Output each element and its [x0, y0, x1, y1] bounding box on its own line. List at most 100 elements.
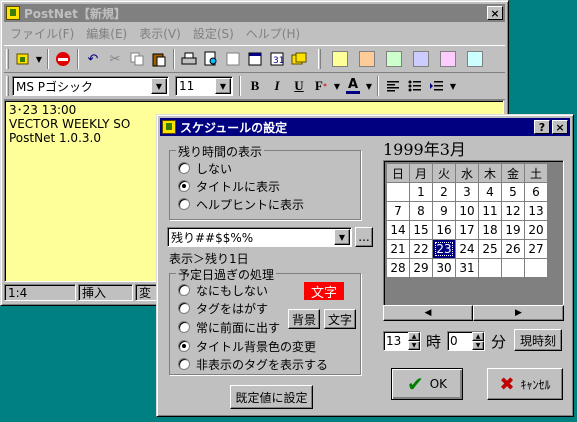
- spin-down-icon[interactable]: ▼: [472, 341, 484, 350]
- calendar-day[interactable]: 31: [456, 259, 478, 277]
- radio-button[interactable]: [178, 321, 190, 333]
- color-swatch-yellow[interactable]: [332, 51, 348, 67]
- dropdown-arrow-icon[interactable]: ▼: [34, 48, 44, 70]
- schedule-icon[interactable]: 31: [266, 48, 288, 70]
- calendar-day[interactable]: 28: [387, 259, 409, 277]
- calendar-day-selected[interactable]: 23: [433, 240, 455, 258]
- radio-button[interactable]: [178, 284, 190, 296]
- cancel-button[interactable]: ✖ ｷｬﾝｾﾙ: [487, 368, 563, 400]
- spin-down-icon[interactable]: ▼: [408, 341, 420, 350]
- calendar-day[interactable]: 15: [410, 221, 432, 239]
- format-dropdown-icon[interactable]: ▼: [334, 229, 350, 245]
- calendar-day[interactable]: 19: [502, 221, 524, 239]
- color-swatch-cyan[interactable]: [467, 51, 483, 67]
- copy-icon[interactable]: [126, 48, 148, 70]
- bullet-list-icon[interactable]: [404, 75, 426, 97]
- calendar-day[interactable]: 12: [502, 202, 524, 220]
- show-notes-icon[interactable]: [288, 48, 310, 70]
- calendar-day[interactable]: 22: [410, 240, 432, 258]
- calendar-day[interactable]: 18: [479, 221, 501, 239]
- calendar-day[interactable]: 8: [410, 202, 432, 220]
- print-preview-icon[interactable]: [200, 48, 222, 70]
- calendar-day[interactable]: 7: [387, 202, 409, 220]
- menu-settings[interactable]: 設定(S): [187, 25, 240, 42]
- menu-view[interactable]: 表示(V): [133, 25, 187, 42]
- background-color-button[interactable]: 背景: [288, 309, 320, 329]
- cut-icon[interactable]: ✂: [104, 48, 126, 70]
- set-default-button[interactable]: 既定値に設定: [230, 385, 313, 409]
- minute-spinner[interactable]: 0 ▲ ▼: [447, 331, 485, 351]
- new-note-icon[interactable]: [12, 48, 34, 70]
- color-swatch-pink[interactable]: [440, 51, 456, 67]
- dialog-close-button[interactable]: ×: [552, 120, 568, 134]
- calendar-day[interactable]: 21: [387, 240, 409, 258]
- radio-button[interactable]: [178, 198, 190, 210]
- paste-icon[interactable]: [148, 48, 170, 70]
- indent-icon[interactable]: [426, 75, 448, 97]
- calendar-day[interactable]: 25: [479, 240, 501, 258]
- calendar-day[interactable]: 10: [456, 202, 478, 220]
- calendar-day[interactable]: 16: [433, 221, 455, 239]
- italic-button[interactable]: I: [266, 75, 288, 97]
- blank-page-icon[interactable]: [222, 48, 244, 70]
- dropdown-arrow-icon[interactable]: ▼: [364, 75, 374, 97]
- main-close-button[interactable]: ×: [487, 6, 503, 20]
- help-button[interactable]: ?: [534, 120, 550, 134]
- calendar-day[interactable]: 11: [479, 202, 501, 220]
- font-size-dropdown-icon[interactable]: ▼: [215, 78, 231, 94]
- minute-spin-buttons[interactable]: ▲ ▼: [472, 332, 484, 350]
- calendar-day[interactable]: [525, 259, 547, 277]
- color-swatch-blue[interactable]: [413, 51, 429, 67]
- dialog-titlebar[interactable]: スケジュールの設定 ? ×: [160, 118, 570, 136]
- color-swatch-orange[interactable]: [359, 51, 375, 67]
- radio-remaining-title[interactable]: タイトルに表示: [178, 178, 280, 194]
- calendar-day[interactable]: 13: [525, 202, 547, 220]
- radio-overdue-show-hidden[interactable]: 非表示のタグを表示する: [178, 356, 328, 372]
- radio-overdue-title-color[interactable]: タイトル背景色の変更: [178, 338, 316, 354]
- calendar-day[interactable]: 2: [433, 183, 455, 201]
- calendar-day[interactable]: 4: [479, 183, 501, 201]
- underline-button[interactable]: U: [288, 75, 310, 97]
- calendar-day[interactable]: [479, 259, 501, 277]
- radio-button-selected[interactable]: [178, 340, 190, 352]
- text-color-button[interactable]: 文字: [324, 309, 356, 329]
- calendar-icon[interactable]: [244, 48, 266, 70]
- calendar-day[interactable]: 30: [433, 259, 455, 277]
- calendar-day[interactable]: [387, 183, 409, 201]
- menu-edit[interactable]: 編集(E): [80, 25, 133, 42]
- font-name-combo[interactable]: MS Pゴシック ▼: [12, 76, 169, 96]
- undo-icon[interactable]: ↶: [82, 48, 104, 70]
- calendar-day[interactable]: 29: [410, 259, 432, 277]
- current-time-button[interactable]: 現時刻: [514, 329, 562, 351]
- calendar-day[interactable]: 26: [502, 240, 524, 258]
- ok-button[interactable]: ✔ OK: [391, 368, 463, 400]
- radio-button-selected[interactable]: [178, 180, 190, 192]
- bold-button[interactable]: B: [244, 75, 266, 97]
- radio-overdue-remove-tag[interactable]: タグをはがす: [178, 300, 268, 316]
- print-icon[interactable]: [178, 48, 200, 70]
- format-browse-button[interactable]: ...: [355, 227, 373, 247]
- calendar-day[interactable]: 14: [387, 221, 409, 239]
- main-titlebar[interactable]: PostNet【新規】 ×: [4, 4, 505, 22]
- calendar-day[interactable]: 5: [502, 183, 524, 201]
- spin-up-icon[interactable]: ▲: [408, 332, 420, 341]
- calendar-day[interactable]: 1: [410, 183, 432, 201]
- radio-overdue-bring-front[interactable]: 常に前面に出す: [178, 319, 280, 335]
- color-swatch-green[interactable]: [386, 51, 402, 67]
- spin-up-icon[interactable]: ▲: [472, 332, 484, 341]
- calendar-day[interactable]: 27: [525, 240, 547, 258]
- dropdown-arrow-icon[interactable]: ▼: [332, 75, 342, 97]
- radio-overdue-nothing[interactable]: なにもしない: [178, 282, 268, 298]
- font-size-combo[interactable]: 11 ▼: [175, 76, 233, 96]
- calendar-day[interactable]: [502, 259, 524, 277]
- hour-spin-buttons[interactable]: ▲ ▼: [408, 332, 420, 350]
- calendar-day[interactable]: 24: [456, 240, 478, 258]
- prev-month-button[interactable]: ◀: [383, 305, 473, 321]
- hour-spinner[interactable]: 13 ▲ ▼: [383, 331, 421, 351]
- menu-file[interactable]: ファイル(F): [4, 25, 80, 42]
- delete-icon[interactable]: [52, 48, 74, 70]
- calendar-day[interactable]: 17: [456, 221, 478, 239]
- calendar-day[interactable]: 6: [525, 183, 547, 201]
- calendar-day[interactable]: 3: [456, 183, 478, 201]
- remaining-format-combo[interactable]: 残り##$$%% ▼: [167, 227, 352, 247]
